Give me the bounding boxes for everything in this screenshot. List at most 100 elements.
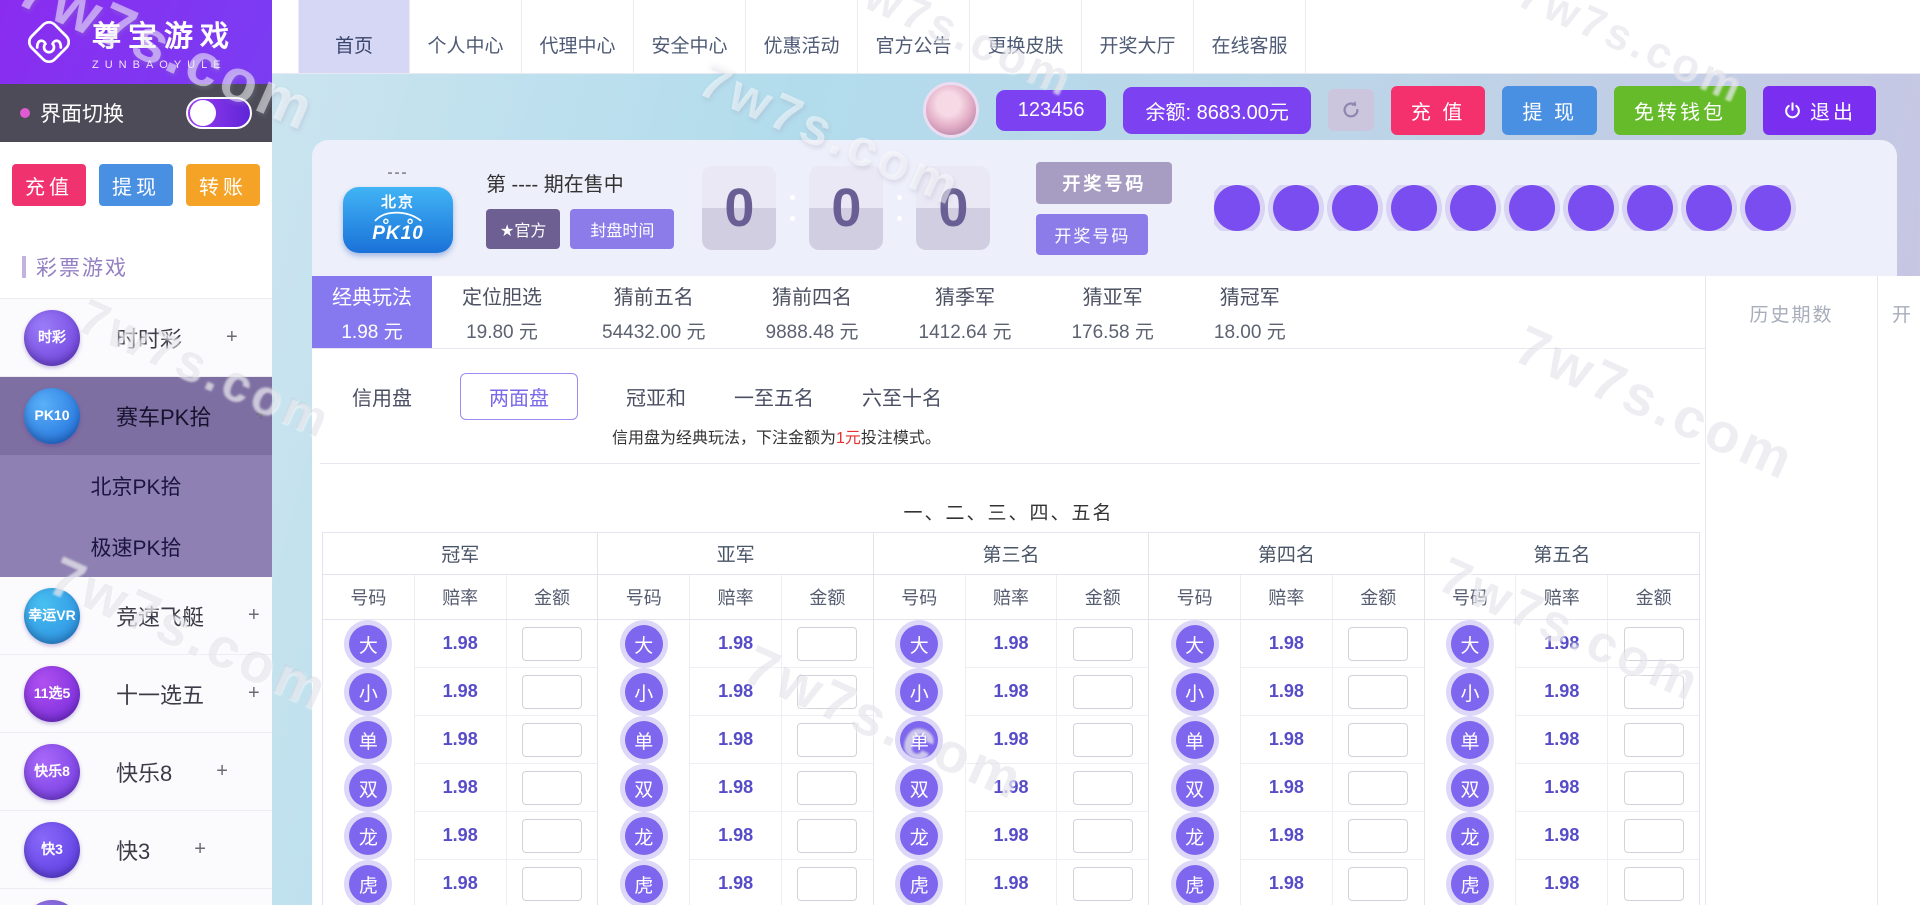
bet-option-badge[interactable]: 双 [900,769,938,807]
sidebar-wallet-button-2[interactable]: 转账 [186,164,260,206]
draw-number-button[interactable]: 开奖号码 [1036,214,1148,255]
bet-option-badge[interactable]: 双 [1176,769,1214,807]
tab-猜前五名[interactable]: 猜前五名54432.00 元 [572,276,736,348]
sidebar-subitem-极速PK拾[interactable]: 极速PK拾 [0,516,272,577]
charge-button[interactable]: 充 值 [1391,86,1486,135]
bet-amount-input[interactable] [1073,627,1133,661]
nav-item-开奖大厅[interactable]: 开奖大厅 [1082,0,1194,73]
bet-option-badge[interactable]: 大 [1451,625,1489,663]
bet-option-badge[interactable]: 单 [1176,721,1214,759]
bet-option-badge[interactable]: 小 [1176,673,1214,711]
subtab-一至五名[interactable]: 一至五名 [734,382,814,411]
nav-item-个人中心[interactable]: 个人中心 [410,0,522,73]
bet-amount-input[interactable] [1624,771,1684,805]
tab-猜亚军[interactable]: 猜亚军176.58 元 [1041,276,1183,348]
nav-item-更换皮肤[interactable]: 更换皮肤 [970,0,1082,73]
bet-option-badge[interactable]: 单 [900,721,938,759]
bet-amount-input[interactable] [522,627,582,661]
bet-option-badge[interactable]: 龙 [625,817,663,855]
sidebar-subitem-北京PK拾[interactable]: 北京PK拾 [0,455,272,516]
bet-amount-input[interactable] [1348,675,1408,709]
bet-option-badge[interactable]: 虎 [1176,865,1214,903]
bet-option-badge[interactable]: 大 [1176,625,1214,663]
bet-option-badge[interactable]: 虎 [900,865,938,903]
nav-item-安全中心[interactable]: 安全中心 [634,0,746,73]
bet-amount-input[interactable] [1348,819,1408,853]
seal-time-button[interactable]: 封盘时间 [570,209,674,249]
official-button[interactable]: ★官方 [486,209,560,249]
bet-option-badge[interactable]: 单 [625,721,663,759]
bet-option-badge[interactable]: 小 [349,673,387,711]
bet-option-badge[interactable]: 单 [1451,721,1489,759]
bet-amount-input[interactable] [1624,723,1684,757]
bet-amount-input[interactable] [1073,867,1133,901]
bet-amount-input[interactable] [797,675,857,709]
subtab-冠亚和[interactable]: 冠亚和 [626,382,686,411]
bet-amount-input[interactable] [522,675,582,709]
bet-amount-input[interactable] [522,771,582,805]
free-wallet-button[interactable]: 免转钱包 [1614,86,1746,135]
bet-option-badge[interactable]: 虎 [1451,865,1489,903]
bet-option-badge[interactable]: 大 [349,625,387,663]
sidebar-item-赛车PK拾[interactable]: PK10赛车PK拾+ [0,377,272,455]
tab-定位胆选[interactable]: 定位胆选19.80 元 [432,276,572,348]
tab-经典玩法[interactable]: 经典玩法1.98 元 [312,276,432,348]
bet-option-badge[interactable]: 小 [900,673,938,711]
nav-item-首页[interactable]: 首页 [298,0,410,73]
bet-amount-input[interactable] [522,867,582,901]
nav-item-优惠活动[interactable]: 优惠活动 [746,0,858,73]
bet-option-badge[interactable]: 双 [625,769,663,807]
bet-option-badge[interactable]: 双 [1451,769,1489,807]
bet-option-badge[interactable]: 龙 [1176,817,1214,855]
sidebar-wallet-button-1[interactable]: 提现 [99,164,173,206]
bet-amount-input[interactable] [1073,771,1133,805]
bet-option-badge[interactable]: 虎 [349,865,387,903]
bet-option-badge[interactable]: 大 [900,625,938,663]
sidebar-item-快乐8[interactable]: 快乐8快乐8+ [0,733,272,811]
subtab-六至十名[interactable]: 六至十名 [862,382,942,411]
nav-item-在线客服[interactable]: 在线客服 [1194,0,1306,73]
bet-amount-input[interactable] [797,771,857,805]
bet-amount-input[interactable] [1624,627,1684,661]
bet-option-badge[interactable]: 虎 [625,865,663,903]
bet-option-badge[interactable]: 小 [625,673,663,711]
subtab-信用盘[interactable]: 信用盘 [352,382,412,411]
refresh-balance-button[interactable] [1328,89,1374,131]
bet-option-badge[interactable]: 龙 [349,817,387,855]
interface-switch-toggle[interactable] [186,97,252,129]
bet-amount-input[interactable] [797,819,857,853]
sidebar-item-高频其它[interactable]: 高频高频其它+ [0,889,272,905]
bet-amount-input[interactable] [797,723,857,757]
bet-amount-input[interactable] [1348,771,1408,805]
bet-option-badge[interactable]: 龙 [1451,817,1489,855]
bet-option-badge[interactable]: 大 [625,625,663,663]
tab-猜冠军[interactable]: 猜冠军18.00 元 [1184,276,1316,348]
avatar[interactable] [923,82,979,138]
tab-猜前四名[interactable]: 猜前四名9888.48 元 [736,276,889,348]
bet-amount-input[interactable] [1624,867,1684,901]
withdraw-button[interactable]: 提 现 [1502,86,1597,135]
subtab-两面盘[interactable]: 两面盘 [460,373,578,420]
sidebar-item-快3[interactable]: 快3快3+ [0,811,272,889]
bet-option-badge[interactable]: 小 [1451,673,1489,711]
bet-amount-input[interactable] [797,627,857,661]
bet-amount-input[interactable] [1073,723,1133,757]
bet-amount-input[interactable] [1073,675,1133,709]
bet-amount-input[interactable] [522,723,582,757]
sidebar-wallet-button-0[interactable]: 充值 [12,164,86,206]
nav-item-官方公告[interactable]: 官方公告 [858,0,970,73]
bet-option-badge[interactable]: 单 [349,721,387,759]
bet-amount-input[interactable] [1624,675,1684,709]
logout-button[interactable]: 退出 [1763,86,1876,135]
bet-amount-input[interactable] [1348,867,1408,901]
bet-amount-input[interactable] [1624,819,1684,853]
bet-option-badge[interactable]: 龙 [900,817,938,855]
tab-猜季军[interactable]: 猜季军1412.64 元 [889,276,1042,348]
bet-amount-input[interactable] [1348,723,1408,757]
bet-amount-input[interactable] [1348,627,1408,661]
bet-amount-input[interactable] [797,867,857,901]
sidebar-item-十一选五[interactable]: 11选5十一选五+ [0,655,272,733]
nav-item-代理中心[interactable]: 代理中心 [522,0,634,73]
bet-amount-input[interactable] [1073,819,1133,853]
bet-amount-input[interactable] [522,819,582,853]
